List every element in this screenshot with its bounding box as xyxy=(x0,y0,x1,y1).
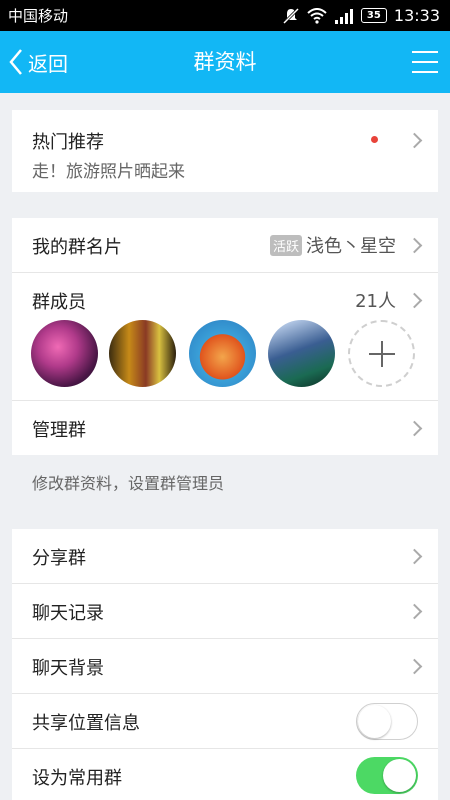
chevron-right-icon xyxy=(406,658,423,675)
recommend-card[interactable]: 热门推荐 走！旅游照片晒起来 xyxy=(12,110,438,192)
share-location-toggle[interactable] xyxy=(356,703,418,740)
chat-history-row[interactable]: 聊天记录 xyxy=(12,584,438,639)
share-location-label: 共享位置信息 xyxy=(32,713,140,734)
active-badge: 活跃 xyxy=(269,234,302,256)
mute-icon xyxy=(282,7,300,25)
status-icons: 35 13:33 xyxy=(282,6,440,25)
group-card-label: 我的群名片 xyxy=(32,237,122,258)
members-count: 21人 xyxy=(355,291,396,312)
chevron-right-icon xyxy=(406,132,423,149)
page-title: 群资料 xyxy=(193,50,257,74)
battery-level: 35 xyxy=(366,10,381,21)
member-avatar[interactable] xyxy=(189,320,256,387)
share-group-label: 分享群 xyxy=(32,548,86,569)
recommend-title: 热门推荐 xyxy=(32,132,104,153)
share-group-row[interactable]: 分享群 xyxy=(12,529,438,584)
wifi-icon xyxy=(307,7,327,24)
clock: 13:33 xyxy=(393,6,440,25)
member-avatar[interactable] xyxy=(268,320,335,387)
group-info-card: 我的群名片 活跃 浅色丶星空 群成员 21人 管理群 xyxy=(12,218,438,455)
manage-group-row[interactable]: 管理群 xyxy=(12,401,438,455)
share-location-row: 共享位置信息 xyxy=(12,694,438,749)
chat-background-label: 聊天背景 xyxy=(32,658,104,679)
status-bar: 中国移动 35 13:33 xyxy=(0,0,450,31)
signal-icon xyxy=(334,8,354,24)
chat-background-row[interactable]: 聊天背景 xyxy=(12,639,438,694)
chevron-right-icon xyxy=(406,603,423,620)
manage-group-label: 管理群 xyxy=(32,420,86,441)
group-card-value: 活跃 浅色丶星空 xyxy=(269,232,396,258)
group-nickname: 浅色丶星空 xyxy=(306,236,396,257)
frequent-group-toggle[interactable] xyxy=(356,757,418,794)
recommend-subtitle: 走！旅游照片晒起来 xyxy=(32,162,185,182)
battery-icon: 35 xyxy=(360,8,387,23)
manage-hint: 修改群资料，设置群管理员 xyxy=(32,474,225,493)
group-card-row[interactable]: 我的群名片 活跃 浅色丶星空 xyxy=(12,218,438,273)
members-row[interactable]: 群成员 21人 xyxy=(12,273,438,401)
chevron-right-icon xyxy=(406,292,423,309)
member-avatar[interactable] xyxy=(109,320,176,387)
menu-icon[interactable] xyxy=(412,47,438,77)
carrier-name: 中国移动 xyxy=(8,7,69,25)
chevron-right-icon xyxy=(406,237,423,254)
chevron-right-icon xyxy=(406,548,423,565)
frequent-group-label: 设为常用群 xyxy=(32,768,122,789)
members-label: 群成员 xyxy=(32,292,86,313)
member-avatar[interactable] xyxy=(31,320,98,387)
settings-card: 分享群 聊天记录 聊天背景 共享位置信息 设为常用群 xyxy=(12,529,438,800)
chat-history-label: 聊天记录 xyxy=(32,603,104,624)
add-member-button[interactable] xyxy=(348,320,415,387)
title-bar: 返回 群资料 xyxy=(0,31,450,93)
chevron-right-icon xyxy=(406,420,423,437)
new-dot-badge xyxy=(371,136,378,143)
frequent-group-row: 设为常用群 xyxy=(12,749,438,800)
